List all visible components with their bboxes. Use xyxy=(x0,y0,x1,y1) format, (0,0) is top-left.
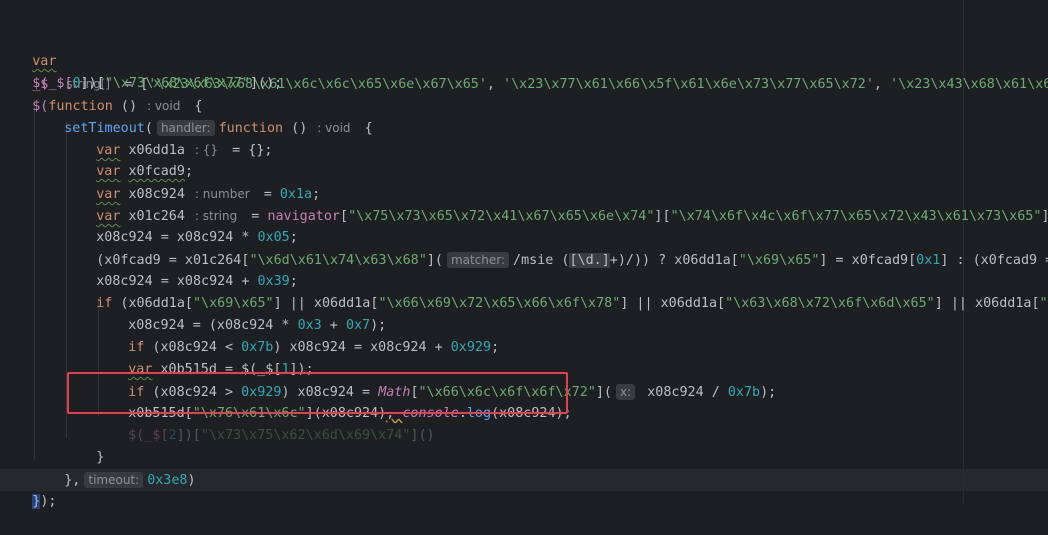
punctuation: ; xyxy=(491,340,500,355)
punctuation: ]() xyxy=(410,428,435,443)
code-line[interactable]: x08c924 = x08c924 * 0x05; xyxy=(64,205,298,245)
code-line[interactable]: var x06dd1a: {} = {}; xyxy=(64,117,272,158)
code-line[interactable]: var x0b515d = $(_$[1]); xyxy=(96,337,313,377)
punctuation: ]( xyxy=(595,385,612,400)
code-line[interactable]: }); xyxy=(0,469,56,509)
string-literal: '\x23\x77\x61\x66\x5f\x61\x6e\x73\x77\x6… xyxy=(503,77,874,92)
punctuation: ) xyxy=(187,473,196,488)
string-literal: "\x73\x75\x62\x6d\x69\x74" xyxy=(200,428,411,443)
punctuation: ](); xyxy=(1041,209,1048,224)
code-line[interactable]: var x08c924: number = 0x1a; xyxy=(64,161,320,202)
string-literal: "\x69\x65" xyxy=(738,253,820,268)
string-literal: "\x63\x68\x72\x6f\x6d\x65" xyxy=(725,296,935,311)
punctuation: [ xyxy=(340,209,349,224)
code-text: ] : (x0fcad9 = x01c xyxy=(940,253,1048,268)
regex-literal: +)/ xyxy=(609,253,634,268)
code-text: $(_$[ xyxy=(128,428,169,443)
punctuation: = {}; xyxy=(224,143,273,158)
punctuation: , xyxy=(486,77,504,92)
code-line[interactable]: } xyxy=(64,425,104,465)
code-text: ] = x0fcad9[ xyxy=(819,253,917,268)
punctuation: ][ xyxy=(654,209,671,224)
punctuation: ); xyxy=(40,494,57,509)
code-text: ] || x06dd1a[ xyxy=(934,296,1040,311)
regex-literal: /msie ( xyxy=(513,253,570,268)
number-literal: 0x7b xyxy=(727,385,761,400)
punctuation: , xyxy=(873,77,891,92)
punctuation: ](); xyxy=(249,76,283,91)
code-line[interactable]: setTimeout(handler: function (): void { xyxy=(32,95,373,136)
number-literal: 0x929 xyxy=(450,340,492,355)
code-line[interactable]: var _$: string[] = ['\x23\x63\x68\x61\x6… xyxy=(0,29,1048,92)
punctuation: { xyxy=(356,121,373,136)
code-line[interactable]: $(function (): void { xyxy=(0,73,202,114)
number-literal: 0x3e8 xyxy=(147,473,188,488)
code-text: )) ? x06dd1a[ xyxy=(633,253,739,268)
parameter-hint: matcher: xyxy=(446,252,510,268)
type-hint: : {} xyxy=(194,143,219,157)
parameter-hint: timeout: xyxy=(84,472,144,488)
number-literal: 0x1 xyxy=(916,253,941,268)
string-literal: "\x6f\ xyxy=(1039,296,1048,311)
code-line[interactable]: }, timeout: 0x3e8) xyxy=(32,447,196,488)
string-literal: "\x66\x69\x72\x65\x66\x6f\x78" xyxy=(378,296,621,311)
punctuation: () xyxy=(283,121,308,136)
code-line[interactable]: if (x06dd1a["\x69\x65"] || x06dd1a["\x66… xyxy=(64,271,1048,311)
string-literal: '\x23\x43\x68\x61\x6c\x6c xyxy=(890,77,1048,92)
code-editor[interactable]: var _$: string[] = ['\x23\x63\x68\x61\x6… xyxy=(0,0,1048,509)
code-line[interactable]: $(_$[0])["\x73\x68\x6f\x77"](); xyxy=(0,51,282,91)
type-hint: : void xyxy=(317,121,351,135)
regex-literal: [\d.] xyxy=(569,253,610,268)
punctuation: }, xyxy=(64,473,81,488)
string-literal: "\x75\x73\x65\x72\x41\x67\x65\x6e\x74" xyxy=(348,209,655,224)
string-literal: "\x74\x6f\x4c\x6f\x77\x65\x72\x43\x61\x7… xyxy=(670,209,1042,224)
code-line[interactable]: if (x08c924 < 0x7b) x08c924 = x08c924 + … xyxy=(96,315,499,355)
code-line[interactable]: var x0fcad9; xyxy=(64,139,193,179)
parameter-hint: x: xyxy=(616,384,636,400)
punctuation: ); xyxy=(760,385,777,400)
code-text: x08c924 / xyxy=(639,385,728,400)
code-line[interactable]: x08c924 = x08c924 + 0x39; xyxy=(64,249,298,289)
punctuation: ])[ xyxy=(176,428,201,443)
annotation-highlight-box xyxy=(67,372,568,414)
code-line[interactable]: x08c924 = (x08c924 * 0x3 + 0x7); xyxy=(96,293,386,333)
code-line[interactable]: (x0fcad9 = x01c264["\x6d\x61\x74\x63\x68… xyxy=(64,227,1048,268)
punctuation: ]( xyxy=(426,253,443,268)
code-line[interactable]: var x01c264: string = navigator["\x75\x7… xyxy=(64,183,1048,224)
number-literal: 2 xyxy=(168,428,177,443)
code-text: ] || x06dd1a[ xyxy=(620,296,726,311)
